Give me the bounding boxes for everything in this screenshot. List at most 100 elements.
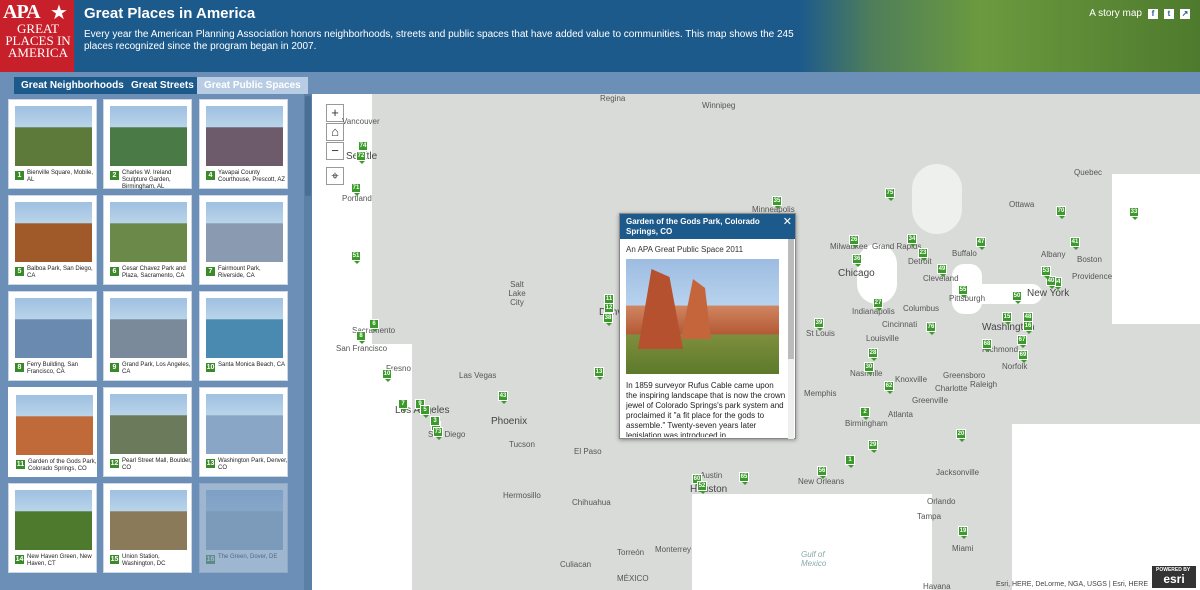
place-marker[interactable]: 6 [369,319,379,332]
place-marker[interactable]: 33 [1129,207,1139,220]
esri-logo[interactable]: POWERED BY esri [1152,566,1196,588]
place-card[interactable]: 5 Balboa Park, San Diego, CA [8,195,97,285]
place-marker[interactable]: 29 [868,440,878,453]
story-map-link[interactable]: A story map [1089,8,1142,19]
place-marker[interactable]: 19 [958,526,968,539]
map-view[interactable]: + ⌂ − ⌖ Regina Winnipeg Quebec Ottawa Minnea… [312,94,1200,590]
place-marker[interactable]: 23 [918,248,928,261]
city-label: Vancouver [342,117,380,126]
place-card[interactable]: 10 Santa Monica Beach, CA [199,291,288,381]
place-card[interactable]: 2 Charles W. Ireland Sculpture Garden, Bi… [103,99,192,190]
place-thumbnail [16,395,93,455]
place-marker[interactable]: 10 [382,369,392,382]
city-label: El Paso [574,447,602,456]
place-marker[interactable]: 16 [1023,321,1033,334]
tab-great-public-spaces[interactable]: Great Public Spaces [197,77,308,94]
city-label: New York [1027,288,1070,299]
city-label: Pittsburgh [949,294,986,303]
place-marker[interactable]: 13 [594,367,604,380]
place-marker[interactable]: 56 [817,466,827,479]
place-marker[interactable]: 50 [1012,291,1022,304]
place-card[interactable]: 15 Union Station, Washington, DC [103,483,192,573]
place-marker[interactable]: 27 [873,298,883,311]
place-marker[interactable]: 12 [604,303,614,316]
place-marker[interactable]: 72 [356,151,366,164]
place-marker[interactable]: 1 [845,455,855,468]
place-thumbnail [206,106,283,166]
city-label: Detroit [908,257,932,266]
place-marker[interactable]: 2 [860,407,870,420]
place-marker[interactable]: 26 [849,235,859,248]
place-marker[interactable]: 3 [430,416,440,429]
place-number: 14 [15,555,24,564]
place-marker[interactable]: 49 [937,264,947,277]
city-label: Gulf of Mexico [801,550,827,568]
place-marker[interactable]: 73 [433,427,443,440]
place-marker[interactable]: 5 [420,405,430,418]
place-marker[interactable]: 62 [884,381,894,394]
place-number: 12 [110,459,119,468]
place-marker[interactable]: 74 [358,141,368,154]
place-card[interactable]: 11 Garden of the Gods Park, Colorado Spri… [8,387,97,477]
place-marker[interactable]: 70 [1056,206,1066,219]
place-card[interactable]: 7 Fairmount Park, Riverside, CA [199,195,288,285]
esri-logo-text: esri [1163,572,1185,586]
place-marker[interactable]: 75 [885,188,895,201]
place-marker[interactable]: 20 [956,429,966,442]
place-marker[interactable]: 15 [1002,312,1012,325]
place-marker[interactable]: 51 [351,251,361,264]
city-label: Tampa [917,512,942,521]
place-card[interactable]: 14 New Haven Green, New Haven, CT [8,483,97,573]
place-marker[interactable]: 47 [976,237,986,250]
place-marker[interactable]: 53 [1041,266,1051,279]
place-marker[interactable]: 39 [814,318,824,331]
city-label: San Francisco [336,344,388,353]
place-marker[interactable]: 7 [398,399,408,412]
place-marker[interactable]: 35 [772,196,782,209]
place-marker[interactable]: 76 [926,322,936,335]
place-caption: Ferry Building, San Francisco, CA [27,362,79,375]
place-card[interactable]: 16 The Green, Dover, DE [199,483,288,573]
place-marker[interactable]: 69 [1018,350,1028,363]
apa-logo[interactable]: APA ★ GREAT PLACES IN AMERICA [0,0,74,72]
facebook-icon[interactable]: f [1148,8,1158,19]
city-label: Quebec [1074,168,1103,177]
place-card[interactable]: 4 Yavapai County Courthouse, Prescott, AZ [199,99,288,189]
place-card[interactable]: 8 Ferry Building, San Francisco, CA [8,291,97,381]
zoom-out-button[interactable]: − [326,142,344,160]
place-marker[interactable]: 41 [1070,237,1080,250]
place-card[interactable]: 12 Pearl Street Mall, Boulder, CO [103,387,192,477]
popup-scrollbar[interactable] [788,239,794,439]
place-marker[interactable]: 43 [498,391,508,404]
tab-great-streets[interactable]: Great Streets [124,77,201,94]
place-marker[interactable]: 65 [739,472,749,485]
place-marker[interactable]: 30 [864,362,874,375]
city-label: Miami [952,544,974,553]
place-marker[interactable]: 55 [958,285,968,298]
popup-subtitle: An APA Great Public Space 2011 [626,245,744,254]
place-marker[interactable]: 36 [852,254,862,267]
place-marker[interactable]: 28 [868,348,878,361]
place-marker[interactable]: 52 [697,481,707,494]
place-marker[interactable]: 34 [907,234,917,247]
place-card[interactable]: 13 Washington Park, Denver, CO [199,387,288,477]
place-marker[interactable]: 67 [1017,335,1027,348]
tab-great-neighborhoods[interactable]: Great Neighborhoods [14,77,131,94]
sidebar-scroll-thumb[interactable] [305,96,311,196]
place-marker[interactable]: 71 [351,183,361,196]
locate-button[interactable]: ⌖ [326,167,344,185]
place-caption: Grand Park, Los Angeles, CA [122,362,191,375]
place-card[interactable]: 1 Bienville Square, Mobile, AL [8,99,97,189]
esri-powered-text: POWERED BY [1156,567,1191,573]
place-marker[interactable]: 68 [982,339,992,352]
share-link-icon[interactable]: ↗ [1180,8,1190,19]
place-marker[interactable]: 38 [603,313,613,326]
place-marker[interactable]: 8 [356,331,366,344]
place-card[interactable]: 9 Grand Park, Los Angeles, CA [103,291,192,381]
app-header: APA ★ GREAT PLACES IN AMERICA Great Plac… [0,0,1200,72]
logo-subtitle: GREAT PLACES IN AMERICA [5,21,71,60]
place-card[interactable]: 6 Cesar Chavez Park and Plaza, Sacramento… [103,195,192,285]
twitter-icon[interactable]: t [1164,8,1174,19]
place-caption: Yavapai County Courthouse, Prescott, AZ [218,170,286,183]
close-icon[interactable]: ✕ [783,215,792,228]
